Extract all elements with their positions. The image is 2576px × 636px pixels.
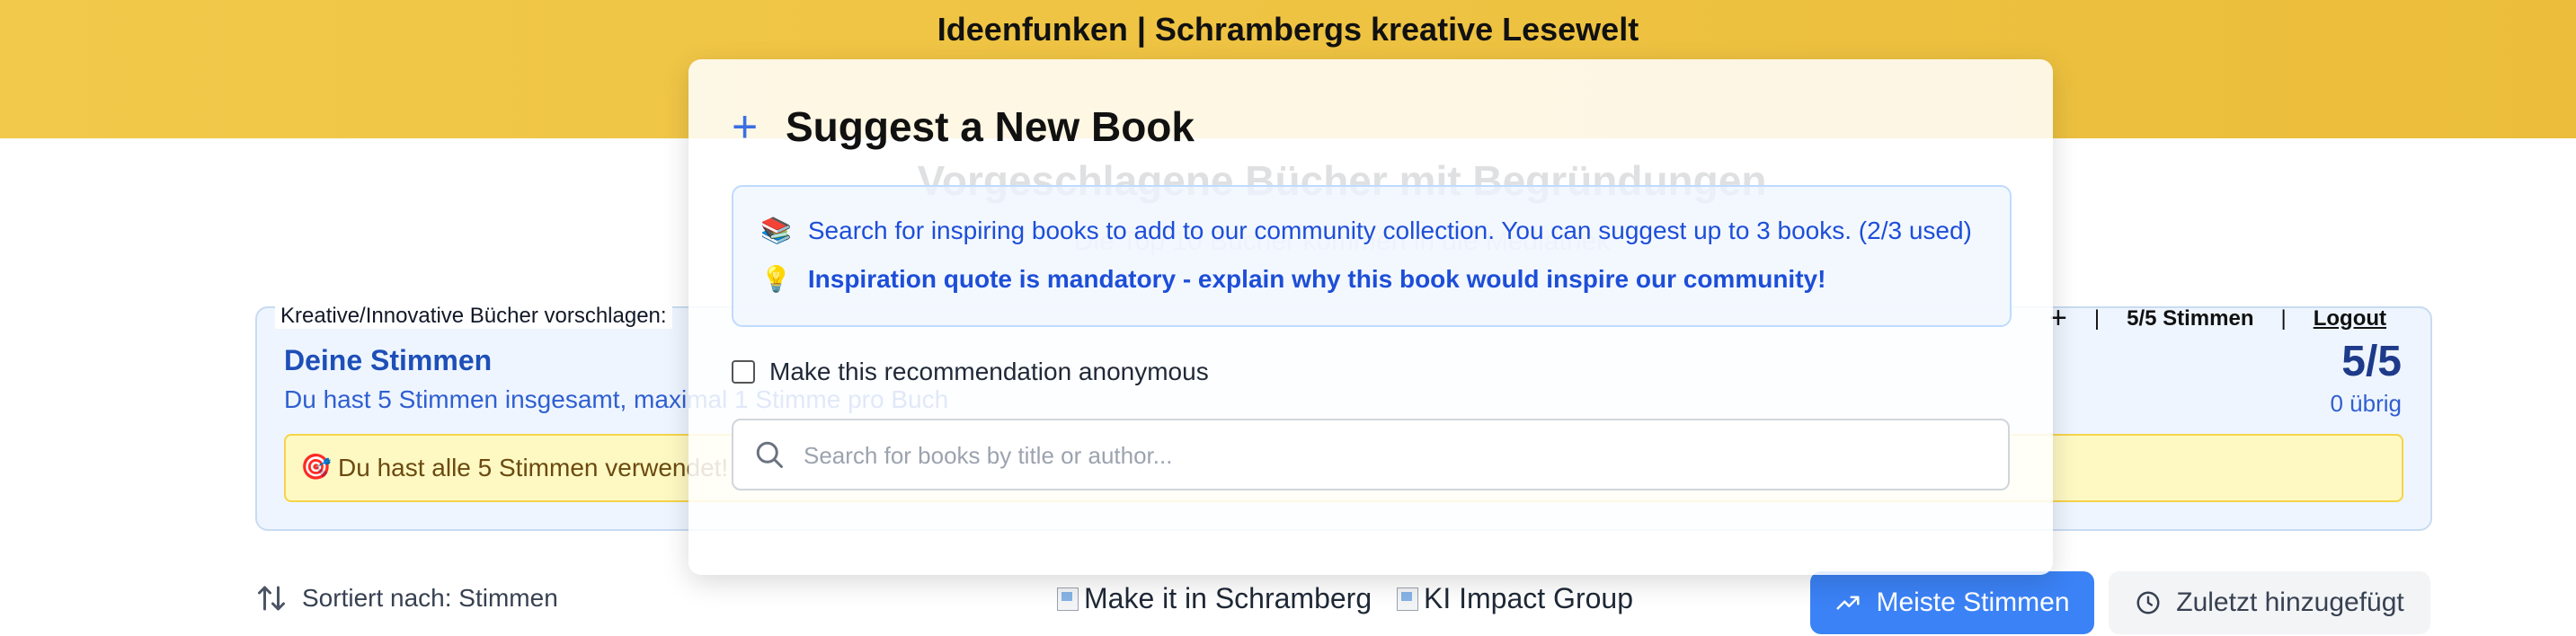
partner-alt-text: Make it in Schramberg bbox=[1084, 582, 1372, 614]
clock-icon bbox=[2136, 591, 2160, 614]
info-line-limit: 📚 Search for inspiring books to add to o… bbox=[760, 216, 1972, 245]
sort-arrows-icon bbox=[258, 586, 285, 611]
anonymous-label: Make this recommendation anonymous bbox=[769, 358, 1209, 385]
site-title: Ideenfunken | Schrambergs kreative Lesew… bbox=[937, 11, 1639, 48]
user-votes-status: 5/5 Stimmen bbox=[2127, 305, 2254, 331]
suggest-book-modal: + Suggest a New Book 📚 Search for inspir… bbox=[688, 59, 2053, 575]
anonymous-option[interactable]: Make this recommendation anonymous bbox=[732, 358, 1209, 386]
votes-card-legend: Kreative/Innovative Bücher vorschlagen: bbox=[275, 304, 672, 329]
sort-most-votes-button[interactable]: Meiste Stimmen bbox=[1810, 571, 2094, 634]
info-text-limit: Search for inspiring books to add to our… bbox=[807, 216, 1972, 244]
votes-remaining: 0 übrig bbox=[2330, 390, 2403, 417]
separator: | bbox=[2280, 305, 2287, 331]
votes-count: 5/5 bbox=[2341, 338, 2402, 385]
book-search-input[interactable] bbox=[802, 420, 1992, 490]
info-text-quote: Inspiration quote is mandatory - explain… bbox=[807, 264, 1826, 293]
sort-label: Sortiert nach: Stimmen bbox=[302, 584, 558, 612]
trending-up-icon bbox=[1836, 596, 1860, 610]
lightbulb-icon: 💡 bbox=[760, 265, 792, 293]
book-search-box[interactable] bbox=[732, 419, 2010, 490]
partner-logo-make-it-in-schramberg: Make it in Schramberg bbox=[1057, 582, 1372, 615]
recently-added-label: Zuletzt hinzugefügt bbox=[2176, 587, 2404, 617]
modal-title: Suggest a New Book bbox=[786, 103, 1195, 150]
sort-indicator: Sortiert nach: Stimmen bbox=[255, 582, 558, 614]
alert-text: Du hast alle 5 Stimmen verwendet! bbox=[338, 454, 729, 481]
partner-logo-ki-impact-group: KI Impact Group bbox=[1397, 582, 1633, 615]
plus-icon: + bbox=[732, 102, 759, 152]
broken-image-icon bbox=[1057, 587, 1079, 611]
votes-title: Deine Stimmen bbox=[284, 344, 493, 376]
logout-link[interactable]: Logout bbox=[2314, 306, 2386, 331]
broken-image-icon bbox=[1397, 587, 1418, 611]
partner-alt-text: KI Impact Group bbox=[1424, 582, 1633, 614]
info-box: 📚 Search for inspiring books to add to o… bbox=[732, 185, 2012, 327]
most-votes-label: Meiste Stimmen bbox=[1876, 587, 2070, 617]
sort-recently-added-button[interactable]: Zuletzt hinzugefügt bbox=[2109, 571, 2430, 634]
target-icon: 🎯 bbox=[300, 453, 332, 481]
search-icon bbox=[756, 441, 783, 468]
anonymous-checkbox[interactable] bbox=[732, 360, 755, 384]
user-bar: + | 5/5 Stimmen | Logout bbox=[2049, 301, 2386, 336]
info-line-quote: 💡 Inspiration quote is mandatory - expla… bbox=[760, 264, 1825, 294]
books-icon: 📚 bbox=[760, 216, 792, 244]
separator: | bbox=[2093, 305, 2101, 331]
